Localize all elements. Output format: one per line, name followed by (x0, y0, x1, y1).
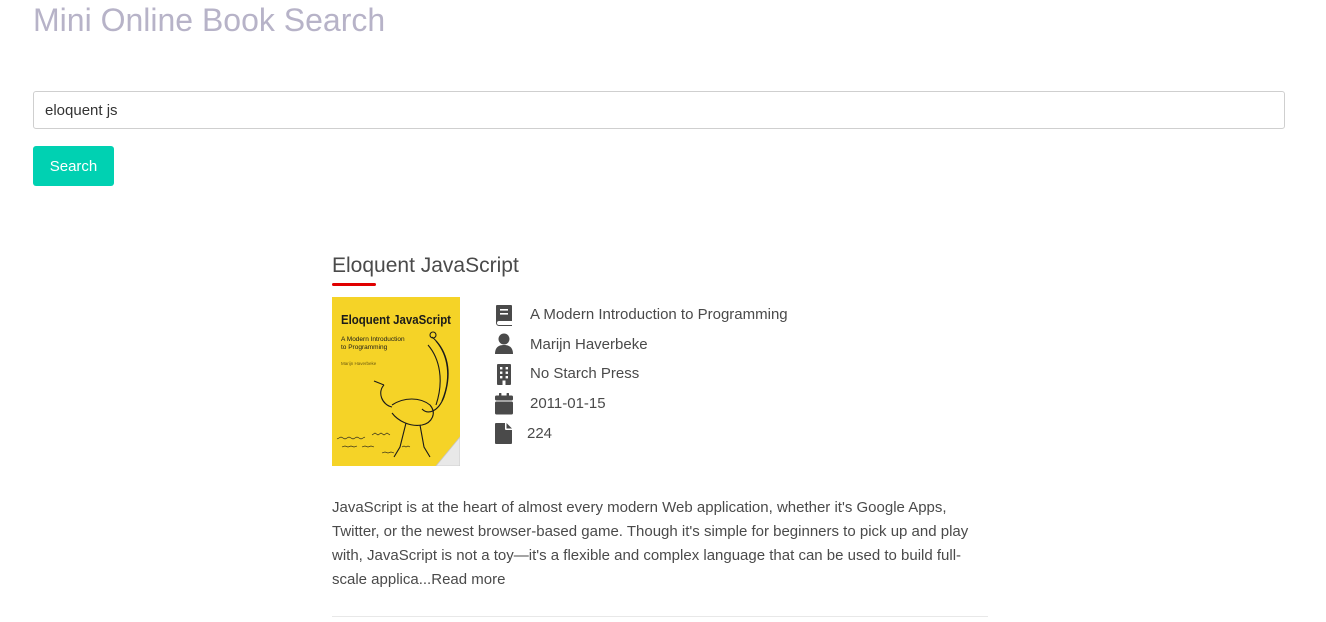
building-icon (494, 362, 516, 386)
book-cover: Eloquent JavaScript A Modern Introductio… (332, 297, 460, 466)
search-input[interactable] (33, 91, 1285, 129)
book-title[interactable]: Eloquent JavaScript (332, 254, 519, 278)
cover-subtitle-1: A Modern Introduction (341, 336, 405, 343)
file-icon (494, 421, 516, 445)
title-underline (332, 283, 376, 286)
book-icon (494, 303, 516, 327)
book-description-text: JavaScript is at the heart of almost eve… (332, 499, 969, 588)
meta-author: Marijn Haverbeke (494, 330, 788, 360)
meta-pages-text: 224 (527, 424, 553, 442)
search-button[interactable]: Search (33, 146, 114, 186)
meta-subtitle: A Modern Introduction to Programming (494, 300, 788, 330)
cover-title: Eloquent JavaScript (341, 312, 452, 327)
calendar-icon (494, 392, 516, 416)
read-more-link[interactable]: Read more (431, 571, 505, 588)
book-meta-list: A Modern Introduction to Programming Mar… (494, 300, 788, 448)
cover-subtitle-2: to Programming (341, 344, 388, 351)
meta-author-text: Marijn Haverbeke (530, 335, 648, 353)
page-title: Mini Online Book Search (33, 2, 386, 38)
meta-page-count: 224 (494, 418, 788, 448)
meta-publisher-text: No Starch Press (530, 365, 640, 383)
book-description: JavaScript is at the heart of almost eve… (332, 496, 988, 592)
meta-published-date: 2011-01-15 (494, 389, 788, 419)
meta-date-text: 2011-01-15 (530, 395, 606, 413)
user-icon (494, 332, 516, 356)
result-divider (332, 616, 988, 617)
cover-author: Marijn Haverbeke (341, 361, 377, 366)
meta-subtitle-text: A Modern Introduction to Programming (530, 306, 788, 324)
meta-publisher: No Starch Press (494, 359, 788, 389)
